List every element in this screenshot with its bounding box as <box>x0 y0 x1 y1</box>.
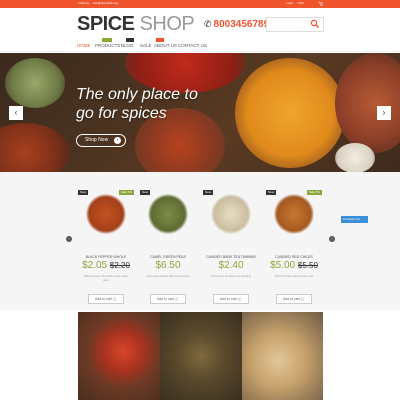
new-badge: New <box>266 190 277 195</box>
product-name[interactable]: Candied Red Chiles <box>266 255 322 259</box>
spice-mix-image[interactable] <box>160 312 242 400</box>
sale-badge: Sale 5% <box>118 190 134 195</box>
add-to-cart-button[interactable]: Add to cart 🛒 <box>150 294 186 304</box>
cardamom-image <box>5 58 65 108</box>
shop-now-label: Shop Now <box>85 137 109 143</box>
nav-products[interactable]: Products <box>95 43 120 48</box>
product-description: Black pepper is the world's most traded … <box>84 275 128 282</box>
product-description: Dried red chiles with a smoky heat <box>274 275 314 278</box>
logo-part-2: SHOP <box>139 13 195 35</box>
products-prev-icon[interactable]: ‹ <box>66 236 72 242</box>
cart-icon: 🛒 <box>112 297 118 301</box>
nav-blog-badge <box>126 38 134 42</box>
add-to-cart-label: Add to cart <box>219 297 237 301</box>
main-nav: Home Products Blog Sale About Us Contact… <box>0 38 400 52</box>
price-current: $2.40 <box>218 260 244 271</box>
shop-now-button[interactable]: Shop Now › <box>76 134 126 147</box>
sale-badge: Sale 5% <box>306 190 322 195</box>
product-price: $2.05 $2.20 <box>78 260 134 271</box>
new-badge: New <box>140 190 151 195</box>
nav-about-us[interactable]: About Us <box>154 43 177 48</box>
product-image[interactable] <box>86 194 126 234</box>
top-bar-email[interactable]: info@demolink.org <box>93 1 118 5</box>
cart-icon[interactable] <box>318 1 323 6</box>
add-to-cart-label: Add to cart <box>282 297 300 301</box>
product-card: New Sale 5% Black Pepper Whole $2.05 $2.… <box>78 190 134 304</box>
site-header: SPICE SHOP ✆ 80034567891 <box>0 8 400 38</box>
chevron-right-icon[interactable]: › <box>377 106 391 120</box>
compare-tab[interactable]: Compare (0) <box>341 216 368 223</box>
product-image[interactable] <box>274 194 314 234</box>
products-next-icon[interactable]: › <box>329 236 335 242</box>
product-description: Fine ground tea tannins for blending <box>210 275 252 278</box>
add-to-cart-label: Add to cart <box>156 297 174 301</box>
phone-number: ✆ 80034567891 <box>204 19 275 30</box>
site-logo[interactable]: SPICE SHOP <box>77 13 195 36</box>
featured-products: New Sale 5% Black Pepper Whole $2.05 $2.… <box>0 172 400 310</box>
product-name[interactable]: Black Pepper Whole <box>78 255 134 259</box>
logo-part-1: SPICE <box>77 13 135 35</box>
nav-home[interactable]: Home <box>77 43 91 48</box>
paprika-bowl-image <box>335 53 400 153</box>
hero-title: The only place to go for spices <box>76 86 198 122</box>
nav-blog[interactable]: Blog <box>121 43 134 48</box>
add-to-cart-button[interactable]: Add to cart 🛒 <box>213 294 249 304</box>
product-image[interactable] <box>211 194 251 234</box>
product-description: Green peas powder with a deep aroma <box>146 275 190 278</box>
saffron-pile-image <box>0 123 70 172</box>
product-card: New Candied Bark Tea Tannins $2.40 Fine … <box>203 190 259 304</box>
arrow-right-icon: › <box>114 137 121 144</box>
add-to-cart-label: Add to cart <box>94 297 112 301</box>
product-name[interactable]: Candied Bark Tea Tannins <box>203 255 259 259</box>
nav-products-badge <box>102 38 112 42</box>
product-price: $2.40 <box>203 260 259 271</box>
product-price: $5.00 $5.50 <box>266 260 322 271</box>
nav-sale[interactable]: Sale <box>140 43 152 48</box>
top-bar: Address info@demolink.org Login USD <box>0 0 400 8</box>
cart-icon: 🛒 <box>300 297 306 301</box>
price-current: $5.00 <box>270 260 296 271</box>
nav-contact-us[interactable]: Contact Us <box>178 43 207 48</box>
garlic-image <box>335 143 375 172</box>
hero-slider: The only place to go for spices Shop Now… <box>0 53 400 172</box>
currency-selector[interactable]: USD <box>297 1 303 5</box>
login-link[interactable]: Login <box>286 1 293 5</box>
chevron-left-icon[interactable]: ‹ <box>9 106 23 120</box>
price-old: $2.20 <box>109 261 130 270</box>
turmeric-bowl-image <box>235 58 345 168</box>
product-card: New Camel Green Peas $6.50 Green peas po… <box>140 190 196 304</box>
product-card: New Sale 5% Candied Red Chiles $5.00 $5.… <box>266 190 322 304</box>
product-name[interactable]: Camel Green Peas <box>140 255 196 259</box>
ginger-image[interactable] <box>242 312 323 400</box>
price-current: $2.05 <box>82 260 108 271</box>
add-to-cart-button[interactable]: Add to cart 🛒 <box>88 294 124 304</box>
product-price: $6.50 <box>140 260 196 271</box>
search-icon[interactable] <box>310 19 320 29</box>
cart-icon: 🛒 <box>174 297 180 301</box>
cart-icon: 🛒 <box>237 297 243 301</box>
chili-powder-image[interactable] <box>78 312 160 400</box>
phone-icon: ✆ <box>204 19 212 29</box>
add-to-cart-button[interactable]: Add to cart 🛒 <box>276 294 312 304</box>
top-bar-account: Login USD <box>286 1 304 5</box>
top-bar-contacts: Address info@demolink.org <box>78 1 118 5</box>
price-old: $5.50 <box>297 261 318 270</box>
new-badge: New <box>78 190 89 195</box>
price-current: $6.50 <box>155 260 181 271</box>
new-badge: New <box>203 190 214 195</box>
nav-about-badge <box>156 38 164 42</box>
product-image[interactable] <box>148 194 188 234</box>
top-bar-address[interactable]: Address <box>78 1 89 5</box>
